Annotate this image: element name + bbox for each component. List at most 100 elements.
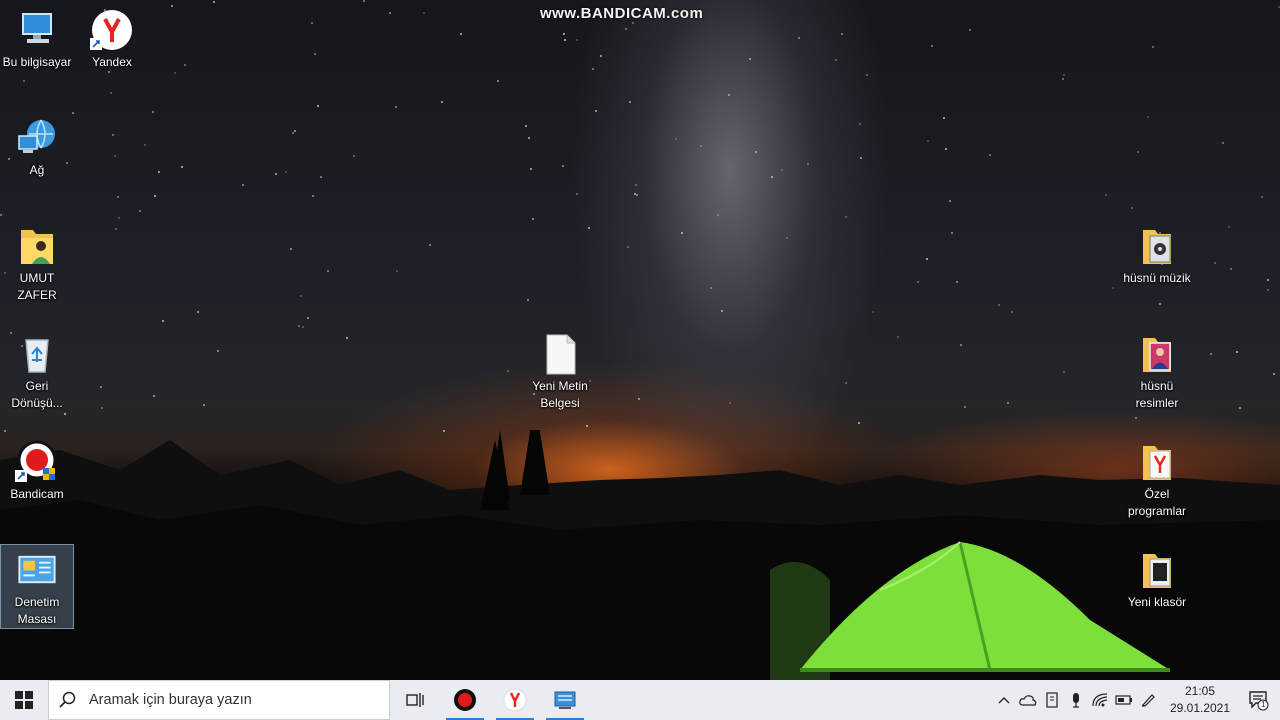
- star: [213, 1, 215, 3]
- star: [949, 200, 951, 202]
- wifi-icon: [1092, 693, 1108, 707]
- clock-time: 21:05: [1184, 684, 1216, 698]
- star: [144, 144, 146, 146]
- pictures-folder-icon: [1143, 338, 1171, 372]
- notification-count-badge: 1: [1261, 700, 1266, 709]
- desktop-icon-label: hüsnü müzik: [1123, 271, 1191, 285]
- desktop-icon-husnu-muzik[interactable]: hüsnü müzik: [1120, 220, 1194, 287]
- desktop-icon-label: hüsnü resimler: [1135, 379, 1179, 410]
- star: [749, 58, 751, 60]
- star: [346, 337, 348, 339]
- taskbar-control-panel-button[interactable]: [540, 680, 590, 720]
- desktop-icon-label: Bandicam: [10, 487, 64, 501]
- star: [700, 145, 702, 147]
- star: [717, 214, 719, 216]
- star: [527, 299, 529, 301]
- star: [300, 295, 302, 297]
- star: [497, 80, 499, 82]
- star: [943, 117, 945, 119]
- desktop-icon-user-folder[interactable]: UMUT ZAFER: [0, 220, 74, 304]
- wifi-tray-button[interactable]: [1088, 680, 1112, 720]
- star: [317, 105, 319, 107]
- show-hidden-icons-button[interactable]: [992, 680, 1016, 720]
- desktop-icon-yeni-klasor[interactable]: Yeni klasör: [1120, 544, 1194, 611]
- star: [1137, 151, 1139, 153]
- star: [964, 406, 966, 408]
- star: [1267, 289, 1269, 291]
- star: [110, 92, 112, 94]
- star: [845, 382, 847, 384]
- star: [998, 304, 1000, 306]
- tablet-mode-tray-button[interactable]: [1040, 680, 1064, 720]
- desktop-icon-this-pc[interactable]: Bu bilgisayar: [0, 4, 74, 71]
- star: [675, 138, 677, 140]
- star: [595, 110, 597, 112]
- desktop-icon-label: UMUT ZAFER: [17, 271, 57, 302]
- star: [917, 281, 919, 283]
- star: [1063, 74, 1065, 76]
- star: [532, 218, 534, 220]
- star: [395, 106, 397, 108]
- star: [1062, 78, 1064, 80]
- star: [311, 22, 313, 24]
- star: [627, 246, 629, 248]
- star: [162, 320, 164, 322]
- desktop-icon-bandicam[interactable]: Bandicam: [0, 436, 74, 503]
- star: [217, 350, 219, 352]
- star: [290, 248, 292, 250]
- desktop-icon-control-panel[interactable]: Denetim Masası: [0, 544, 74, 629]
- desktop[interactable]: www.BANDICAM.com Bu bilgisayar Yandex Ağ…: [0, 0, 1280, 680]
- start-button[interactable]: [0, 680, 48, 720]
- star: [320, 176, 322, 178]
- star: [592, 68, 594, 70]
- star: [530, 168, 532, 170]
- battery-tray-button[interactable]: [1112, 680, 1136, 720]
- star: [638, 398, 640, 400]
- star: [389, 12, 391, 14]
- clock-date: 29.01.2021: [1169, 701, 1231, 715]
- taskbar-yandex-button[interactable]: [490, 680, 540, 720]
- recycle-bin-icon: [25, 339, 49, 373]
- taskbar-bandicam-button[interactable]: [440, 680, 490, 720]
- star: [112, 134, 114, 136]
- star: [625, 28, 627, 30]
- star: [298, 325, 300, 327]
- desktop-icon-recycle-bin[interactable]: Geri Dönüşü...: [0, 328, 74, 412]
- yandex-browser-icon: [503, 688, 527, 712]
- pen-tray-button[interactable]: [1136, 680, 1160, 720]
- system-tray: 21:05 29.01.2021 1: [992, 680, 1280, 720]
- star: [926, 258, 928, 260]
- desktop-icon-ozel-programlar[interactable]: Özel programlar: [1120, 436, 1194, 520]
- star: [139, 210, 141, 212]
- desktop-icon-husnu-resimler[interactable]: hüsnü resimler: [1120, 328, 1194, 412]
- bandicam-watermark: www.BANDICAM.com: [540, 5, 704, 22]
- control-panel-icon: [18, 555, 56, 584]
- star: [23, 80, 25, 82]
- star: [353, 155, 355, 157]
- star: [1239, 407, 1241, 409]
- star: [1152, 46, 1154, 48]
- action-center-button[interactable]: 1: [1236, 680, 1280, 720]
- pen-icon: [1142, 694, 1155, 707]
- star: [302, 326, 304, 328]
- taskbar-clock[interactable]: 21:05 29.01.2021: [1164, 683, 1236, 717]
- onedrive-tray-button[interactable]: [1016, 680, 1040, 720]
- star: [1011, 311, 1013, 313]
- star: [100, 386, 102, 388]
- tent-illustration: [800, 541, 1170, 672]
- star: [969, 29, 971, 31]
- desktop-icon-yandex[interactable]: Yandex: [75, 4, 149, 71]
- star: [64, 413, 66, 415]
- star: [312, 195, 314, 197]
- taskbar-search-box[interactable]: Aramak için buraya yazın: [48, 680, 390, 720]
- star: [154, 195, 156, 197]
- microphone-tray-button[interactable]: [1064, 680, 1088, 720]
- star: [441, 101, 443, 103]
- bandicam-record-icon: [454, 689, 476, 711]
- desktop-icon-network[interactable]: Ağ: [0, 112, 74, 179]
- task-view-button[interactable]: [390, 680, 440, 720]
- star: [807, 163, 809, 165]
- star: [101, 407, 103, 409]
- desktop-icon-label: Geri Dönüşü...: [11, 379, 63, 410]
- desktop-icon-new-text-document[interactable]: Yeni Metin Belgesi: [523, 328, 597, 412]
